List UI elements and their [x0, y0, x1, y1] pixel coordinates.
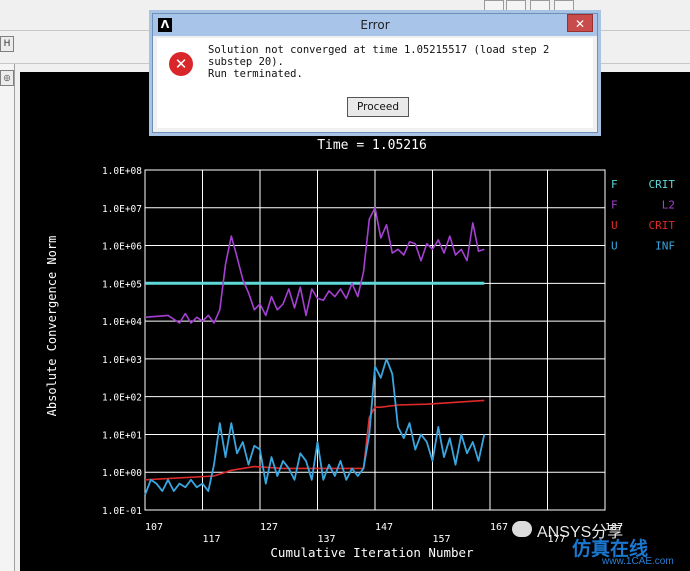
dialog-titlebar[interactable]: Λ Error ✕	[153, 14, 597, 36]
error-icon: ✕	[169, 52, 193, 76]
dialog-title: Error	[360, 18, 390, 32]
legend-label: INF	[655, 240, 675, 253]
wechat-icon	[512, 521, 532, 537]
toolbar-button-3[interactable]	[530, 0, 550, 13]
left-panel: ◎	[0, 64, 15, 571]
error-message: Solution not converged at time 1.0521551…	[208, 44, 550, 80]
x-tick-label: 127	[260, 522, 278, 533]
help-button[interactable]: H	[0, 36, 14, 52]
legend-prefix: U	[611, 240, 618, 253]
chart-series	[144, 207, 486, 496]
legend-label: CRIT	[649, 178, 676, 191]
legend-prefix: F	[611, 199, 618, 212]
y-tick-label: 1.0E+07	[102, 204, 142, 215]
x-tick-label: 167	[490, 522, 508, 533]
series-line-1	[144, 207, 485, 324]
y-axis-label: Absolute Convergence Norm	[45, 236, 59, 417]
legend-prefix: U	[611, 219, 618, 232]
y-tick-label: 1.0E+00	[102, 468, 142, 479]
legend-label: CRIT	[649, 219, 676, 232]
toolbar-button-4[interactable]	[554, 0, 574, 13]
error-dialog: Λ Error ✕ ✕ Solution not converged at ti…	[152, 13, 598, 133]
y-tick-label: 1.0E+06	[102, 242, 142, 253]
watermark-url: www.1CAE.com	[602, 556, 674, 567]
x-axis-label: Cumulative Iteration Number	[270, 545, 474, 560]
y-tick-label: 1.0E+01	[102, 430, 142, 441]
series-line-2	[144, 399, 485, 481]
close-button[interactable]: ✕	[567, 14, 593, 32]
y-tick-label: 1.0E+08	[102, 166, 142, 177]
chart-title: Time = 1.05216	[317, 138, 427, 153]
chart-axes: 1.0E-01 1.0E+00 1.0E+01 1.0E+02 1.0E+03 1.0E+…	[102, 166, 623, 545]
x-tick-label: 147	[375, 522, 393, 533]
y-tick-label: 1.0E-01	[102, 506, 142, 517]
series-line-3	[144, 357, 486, 496]
legend-label: L2	[662, 199, 675, 212]
x-tick-label: 117	[202, 534, 220, 545]
y-tick-label: 1.0E+03	[102, 355, 142, 366]
expand-button[interactable]: ◎	[0, 70, 14, 86]
dialog-body: ✕ Solution not converged at time 1.05215…	[157, 38, 593, 128]
y-tick-label: 1.0E+05	[102, 279, 142, 290]
toolbar-button-1[interactable]	[484, 0, 504, 13]
proceed-button[interactable]: Proceed	[347, 97, 409, 117]
x-tick-label: 157	[432, 534, 450, 545]
chart-legend: F CRIT F L2 U CRIT U INF	[611, 178, 675, 253]
toolbar-button-2[interactable]	[506, 0, 526, 13]
legend-prefix: F	[611, 178, 618, 191]
y-tick-label: 1.0E+02	[102, 393, 142, 404]
x-tick-label: 137	[317, 534, 335, 545]
convergence-chart: 1.0E-01 1.0E+00 1.0E+01 1.0E+02 1.0E+03 1.0E+…	[45, 138, 675, 560]
x-tick-label: 107	[145, 522, 163, 533]
y-tick-label: 1.0E+04	[102, 317, 142, 328]
graphics-window[interactable]: 1.0E-01 1.0E+00 1.0E+01 1.0E+02 1.0E+03 1.0E+…	[20, 72, 690, 571]
